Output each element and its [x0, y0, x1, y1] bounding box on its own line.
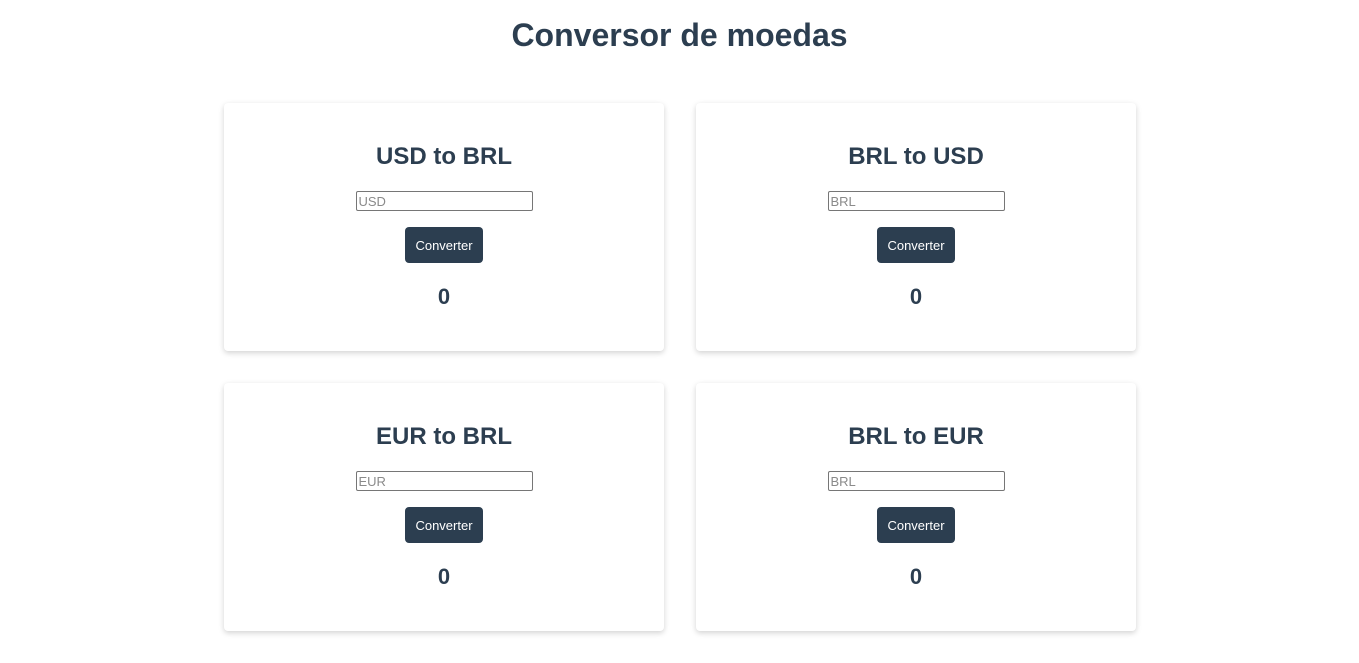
convert-button[interactable]: Converter [405, 507, 483, 543]
convert-button[interactable]: Converter [877, 227, 955, 263]
converter-card-usd-brl: USD to BRL Converter 0 [224, 103, 664, 351]
convert-button[interactable]: Converter [877, 507, 955, 543]
page-title: Conversor de moedas [511, 17, 848, 53]
card-title: EUR to BRL [376, 423, 512, 450]
usd-amount-input[interactable] [355, 191, 533, 211]
card-title: USD to BRL [376, 143, 512, 170]
converter-card-brl-usd: BRL to USD Converter 0 [696, 103, 1136, 351]
conversion-result: 0 [909, 284, 923, 309]
card-title: BRL to EUR [848, 423, 984, 450]
eur-amount-input[interactable] [355, 471, 533, 491]
convert-button[interactable]: Converter [405, 227, 483, 263]
brl-amount-input[interactable] [827, 471, 1005, 491]
converter-grid: USD to BRL Converter 0 BRL to USD Conver… [224, 103, 1136, 631]
conversion-result: 0 [437, 284, 451, 309]
converter-card-brl-eur: BRL to EUR Converter 0 [696, 383, 1136, 631]
card-title: BRL to USD [848, 143, 984, 170]
brl-amount-input[interactable] [827, 191, 1005, 211]
conversion-result: 0 [909, 564, 923, 589]
converter-card-eur-brl: EUR to BRL Converter 0 [224, 383, 664, 631]
conversion-result: 0 [437, 564, 451, 589]
